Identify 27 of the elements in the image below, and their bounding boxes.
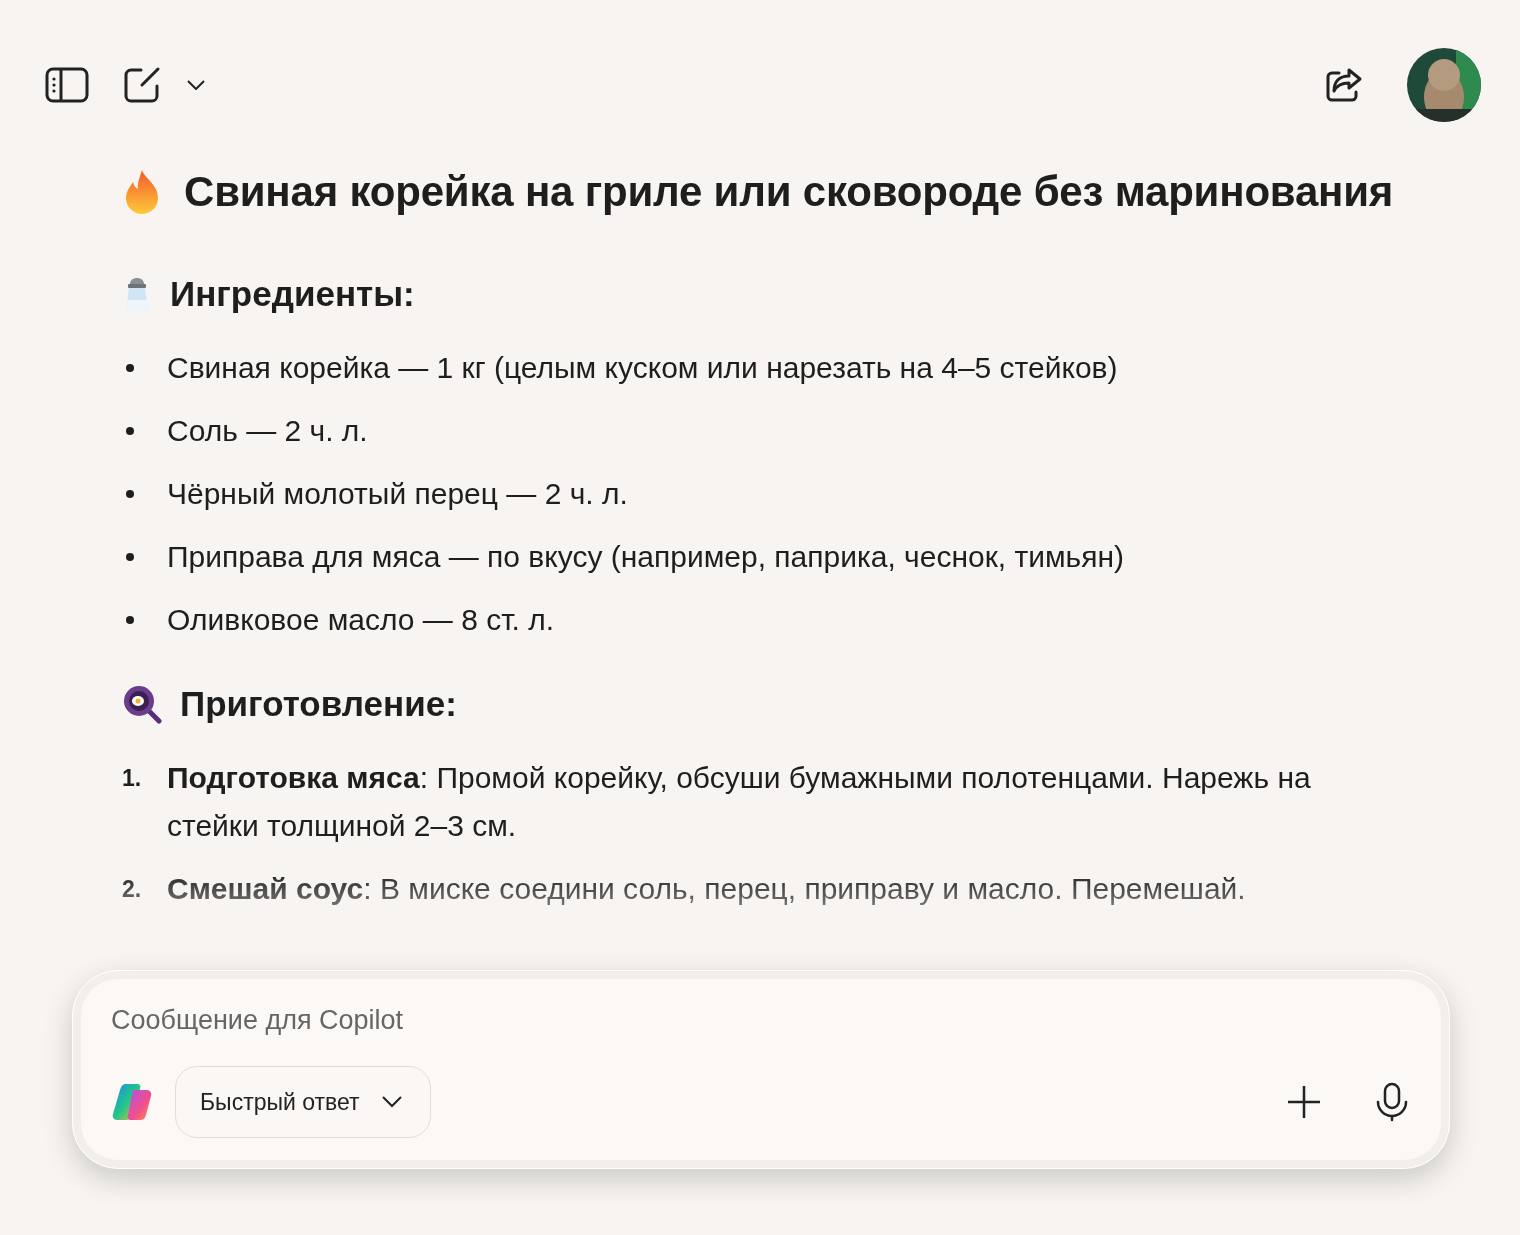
step-number: 1. (122, 764, 143, 793)
step-number: 2. (122, 875, 143, 904)
chevron-down-icon[interactable] (186, 78, 206, 92)
ingredient-text: Оливковое масло — 8 ст. л. (167, 602, 555, 638)
bullet-icon (126, 427, 134, 435)
microphone-button[interactable] (1375, 1082, 1409, 1122)
step-text: Подготовка мяса: Промой корейку, обсуши бумажными полотенцами. Нарежь на стейки толщиной 2–3 см. (167, 760, 1312, 844)
bullet-icon (126, 553, 134, 561)
response-mode-dropdown[interactable]: Быстрый ответ (175, 1066, 431, 1138)
frying-pan-icon (122, 684, 162, 724)
new-chat-button[interactable] (122, 65, 162, 105)
add-button[interactable] (1287, 1085, 1321, 1119)
ingredient-text: Свиная корейка — 1 кг (целым куском или нарезать на 4–5 стейков) (167, 350, 1118, 386)
ingredient-text: Приправа для мяса — по вкусу (например, паприка, чеснок, тимьян) (167, 539, 1124, 575)
ingredient-text: Чёрный молотый перец — 2 ч. л. (167, 476, 628, 512)
copilot-logo-icon (111, 1082, 153, 1122)
share-button[interactable] (1324, 66, 1364, 104)
chevron-down-icon (381, 1096, 402, 1108)
bullet-icon (126, 364, 134, 372)
message-input[interactable]: Сообщение для Copilot (111, 1001, 1409, 1040)
ingredient-text: Соль — 2 ч. л. (167, 413, 368, 449)
step-text: Смешай соус: В миске соедини соль, перец, приправу и масло. Перемешай. (167, 871, 1247, 907)
section-heading: Приготовление: (180, 684, 457, 724)
bullet-icon (126, 490, 134, 498)
bullet-icon (126, 616, 134, 624)
recipe-title: Свиная корейка на гриле или сковороде без маринования (184, 168, 1394, 216)
section-heading: Ингредиенты: (170, 274, 415, 314)
